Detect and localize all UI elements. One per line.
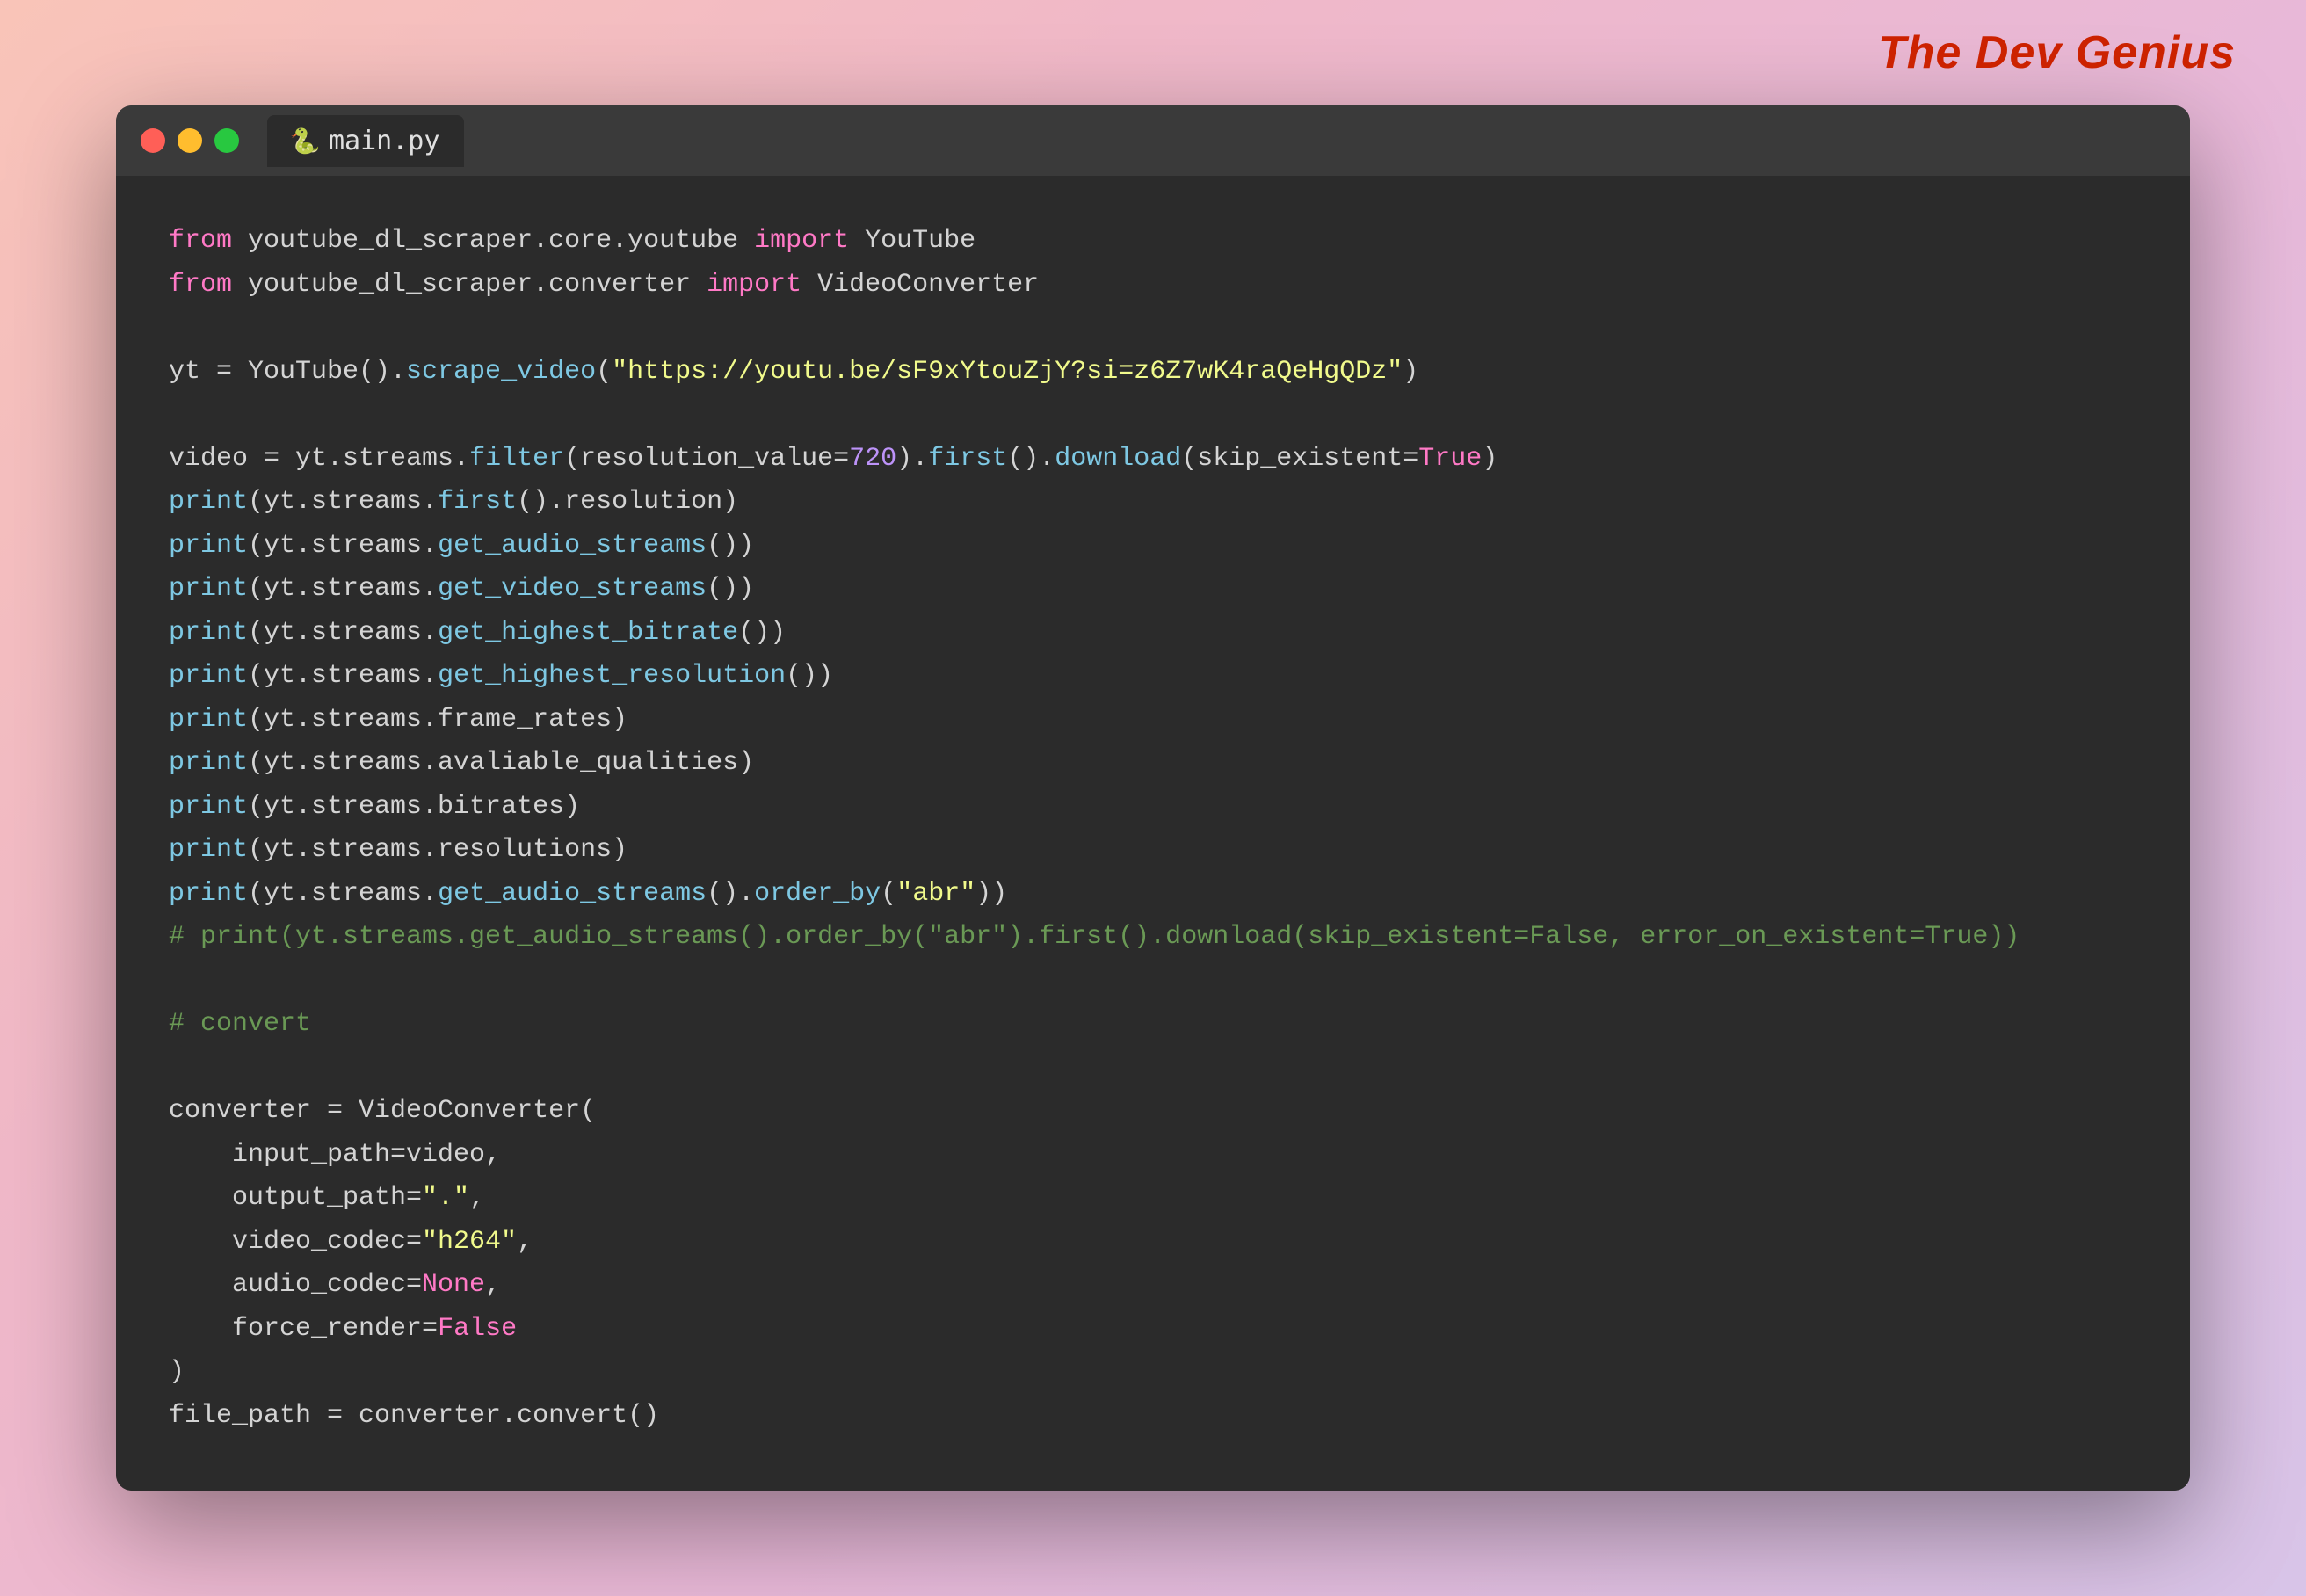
code-line-5 — [169, 394, 2137, 438]
code-line-11: print(yt.streams.get_highest_resolution(… — [169, 655, 2137, 699]
traffic-lights — [141, 128, 239, 153]
code-line-26: force_render=False — [169, 1308, 2137, 1352]
file-tab[interactable]: 🐍 main.py — [267, 115, 464, 167]
code-line-4: yt = YouTube().scrape_video("https://you… — [169, 351, 2137, 395]
code-line-25: audio_codec=None, — [169, 1264, 2137, 1308]
code-line-22: input_path=video, — [169, 1134, 2137, 1178]
editor-window: 🐍 main.py from youtube_dl_scraper.core.y… — [116, 105, 2190, 1491]
code-line-3 — [169, 307, 2137, 351]
code-line-9: print(yt.streams.get_video_streams()) — [169, 568, 2137, 612]
code-line-1: from youtube_dl_scraper.core.youtube imp… — [169, 220, 2137, 264]
brand-label: The Dev Genius — [1878, 26, 2236, 79]
code-line-16: print(yt.streams.get_audio_streams().ord… — [169, 873, 2137, 917]
code-line-10: print(yt.streams.get_highest_bitrate()) — [169, 612, 2137, 656]
title-bar: 🐍 main.py — [116, 105, 2190, 176]
code-line-8: print(yt.streams.get_audio_streams()) — [169, 525, 2137, 569]
minimize-button[interactable] — [178, 128, 202, 153]
code-line-19: # convert — [169, 1003, 2137, 1047]
tab-label: main.py — [329, 126, 439, 156]
code-line-27: ) — [169, 1351, 2137, 1395]
code-line-15: print(yt.streams.resolutions) — [169, 829, 2137, 873]
code-line-17: # print(yt.streams.get_audio_streams().o… — [169, 916, 2137, 960]
code-line-23: output_path=".", — [169, 1177, 2137, 1221]
code-line-18 — [169, 960, 2137, 1004]
code-line-12: print(yt.streams.frame_rates) — [169, 699, 2137, 743]
code-line-7: print(yt.streams.first().resolution) — [169, 481, 2137, 525]
close-button[interactable] — [141, 128, 165, 153]
python-icon: 🐍 — [292, 127, 318, 154]
code-line-21: converter = VideoConverter( — [169, 1090, 2137, 1134]
code-line-6: video = yt.streams.filter(resolution_val… — [169, 438, 2137, 482]
maximize-button[interactable] — [214, 128, 239, 153]
code-line-13: print(yt.streams.avaliable_qualities) — [169, 742, 2137, 786]
code-editor[interactable]: from youtube_dl_scraper.core.youtube imp… — [116, 176, 2190, 1491]
code-line-28: file_path = converter.convert() — [169, 1395, 2137, 1439]
code-line-24: video_codec="h264", — [169, 1221, 2137, 1265]
code-line-14: print(yt.streams.bitrates) — [169, 786, 2137, 830]
code-line-2: from youtube_dl_scraper.converter import… — [169, 264, 2137, 308]
code-line-20 — [169, 1047, 2137, 1091]
